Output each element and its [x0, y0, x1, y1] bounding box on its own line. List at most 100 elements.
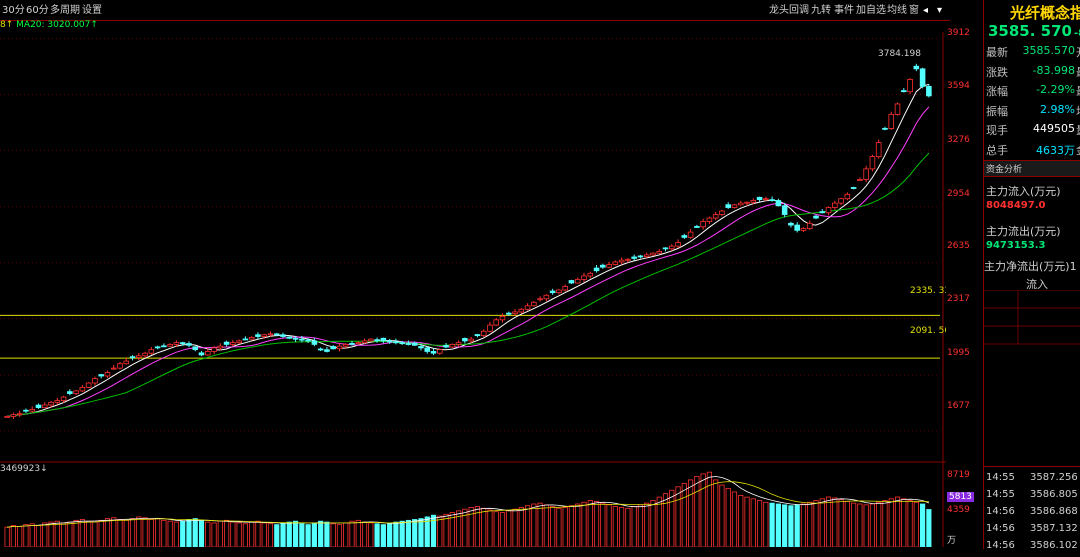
candle-body [23, 409, 29, 412]
volume-bar [86, 520, 92, 547]
price-tick: 3594 [947, 81, 970, 91]
period-30min-button[interactable]: 30分 [0, 4, 27, 18]
volume-bar [230, 521, 236, 547]
tick-price: 3587.256 [1030, 472, 1078, 483]
ma20-line [7, 152, 930, 417]
volume-bar [794, 504, 800, 547]
volume-bar [750, 498, 756, 547]
nine-turn-button[interactable]: 九转 [811, 4, 831, 18]
volume-bar [17, 525, 23, 547]
volume-bar [901, 498, 907, 547]
volume-bar [311, 522, 317, 547]
volume-bar [123, 519, 129, 547]
volume-bar [688, 479, 694, 547]
fund-section-title: 资金分析 [986, 165, 1023, 175]
volume-bar [136, 516, 142, 547]
volume-bar [882, 500, 888, 547]
candle-body [129, 356, 136, 359]
volume-bar [267, 523, 274, 547]
volume-bar [192, 518, 198, 547]
settings-button[interactable]: 设置 [80, 4, 104, 18]
candle-body [98, 374, 104, 377]
volume-bar [104, 518, 111, 547]
volume-bar [763, 501, 769, 547]
volume-tick-highlight: 5813 [947, 492, 974, 502]
tick-time: 14:56 [986, 506, 1015, 517]
chevron-down-icon[interactable]: ▾ [937, 4, 942, 18]
candle-body [512, 311, 518, 315]
volume-bar [211, 522, 217, 547]
quote-value: 449505 [1033, 122, 1075, 135]
volume-bar [73, 519, 79, 547]
volume-bar [380, 524, 386, 547]
tick-price: 3586.102 [1030, 540, 1078, 551]
kline-chart[interactable]: 3784.198 2335. 330 2091. 560 3469923↓ [0, 32, 946, 547]
candle-body [894, 103, 901, 115]
arrow-left-icon[interactable]: ◂ [923, 4, 928, 18]
volume-bar [581, 501, 587, 547]
volume-tick: 4359 [947, 505, 970, 515]
candle-body [192, 346, 199, 351]
events-button[interactable]: 事件 [834, 4, 854, 18]
candle-body [167, 344, 173, 347]
lower-line-label: 2091. 560 [910, 326, 946, 336]
volume-bar [744, 496, 750, 547]
volume-bar [738, 494, 744, 547]
candle-body [230, 342, 236, 345]
ma-button[interactable]: 均线 [887, 4, 907, 18]
candle-body [593, 267, 600, 272]
candle-body [656, 250, 663, 254]
quote-panel: 光纤概念指 3585. 570-8 最新3585.570开涨跌-83.998最涨… [983, 0, 1080, 551]
candle-body [568, 280, 575, 284]
price-tick: 2317 [947, 294, 970, 304]
volume-bar [198, 519, 205, 547]
candle-body [455, 342, 462, 345]
candle-body [305, 339, 311, 342]
volume-bar [186, 519, 192, 547]
candle-body [763, 198, 769, 201]
candle-body [449, 344, 456, 348]
volume-bar [575, 503, 581, 547]
candle-body [286, 336, 293, 339]
volume-bar [506, 510, 512, 547]
volume-bar [349, 520, 355, 547]
tick-price: 3586.805 [1030, 489, 1078, 500]
volume-bar [142, 517, 148, 547]
candle-body [198, 352, 205, 356]
volume-bar [681, 482, 687, 547]
price-tick: 3276 [947, 135, 970, 145]
candle-body [643, 254, 650, 258]
quote-tail: 最 [1076, 64, 1080, 80]
window-button[interactable]: 窗 [909, 4, 919, 18]
quote-tail: 量 [1076, 122, 1080, 138]
volume-bar [205, 521, 211, 547]
candle-body [236, 340, 242, 344]
quote-tail: 均 [1076, 103, 1080, 119]
candle-body [242, 338, 249, 341]
candle-body [399, 342, 405, 345]
volume-bar [236, 522, 242, 547]
period-60min-button[interactable]: 60分 [24, 4, 51, 18]
candle-body [813, 215, 819, 219]
candle-body [694, 226, 700, 228]
volume-bar [700, 473, 706, 547]
volume-bar [863, 504, 869, 547]
volume-bar [261, 522, 267, 547]
volume-bar [606, 504, 612, 547]
volume-bar [129, 518, 136, 547]
add-watchlist-button[interactable]: 加自选 [856, 4, 886, 18]
candle-body [223, 341, 230, 345]
candle-body [744, 201, 750, 204]
volume-bar [111, 517, 117, 547]
multi-period-button[interactable]: 多周期 [48, 4, 82, 18]
volume-bar [694, 476, 700, 547]
fund-section-header[interactable]: 资金分析 [984, 160, 1080, 177]
candle-body [712, 214, 719, 219]
tick-time: 14:55 [986, 472, 1015, 483]
candle-body [675, 242, 681, 247]
candle-body [499, 315, 506, 321]
candle-body [85, 382, 92, 388]
leader-pullback-button[interactable]: 龙头回调 [769, 4, 809, 18]
volume-bar [117, 519, 123, 547]
quote-row: 现手 449505量 [984, 122, 1080, 141]
